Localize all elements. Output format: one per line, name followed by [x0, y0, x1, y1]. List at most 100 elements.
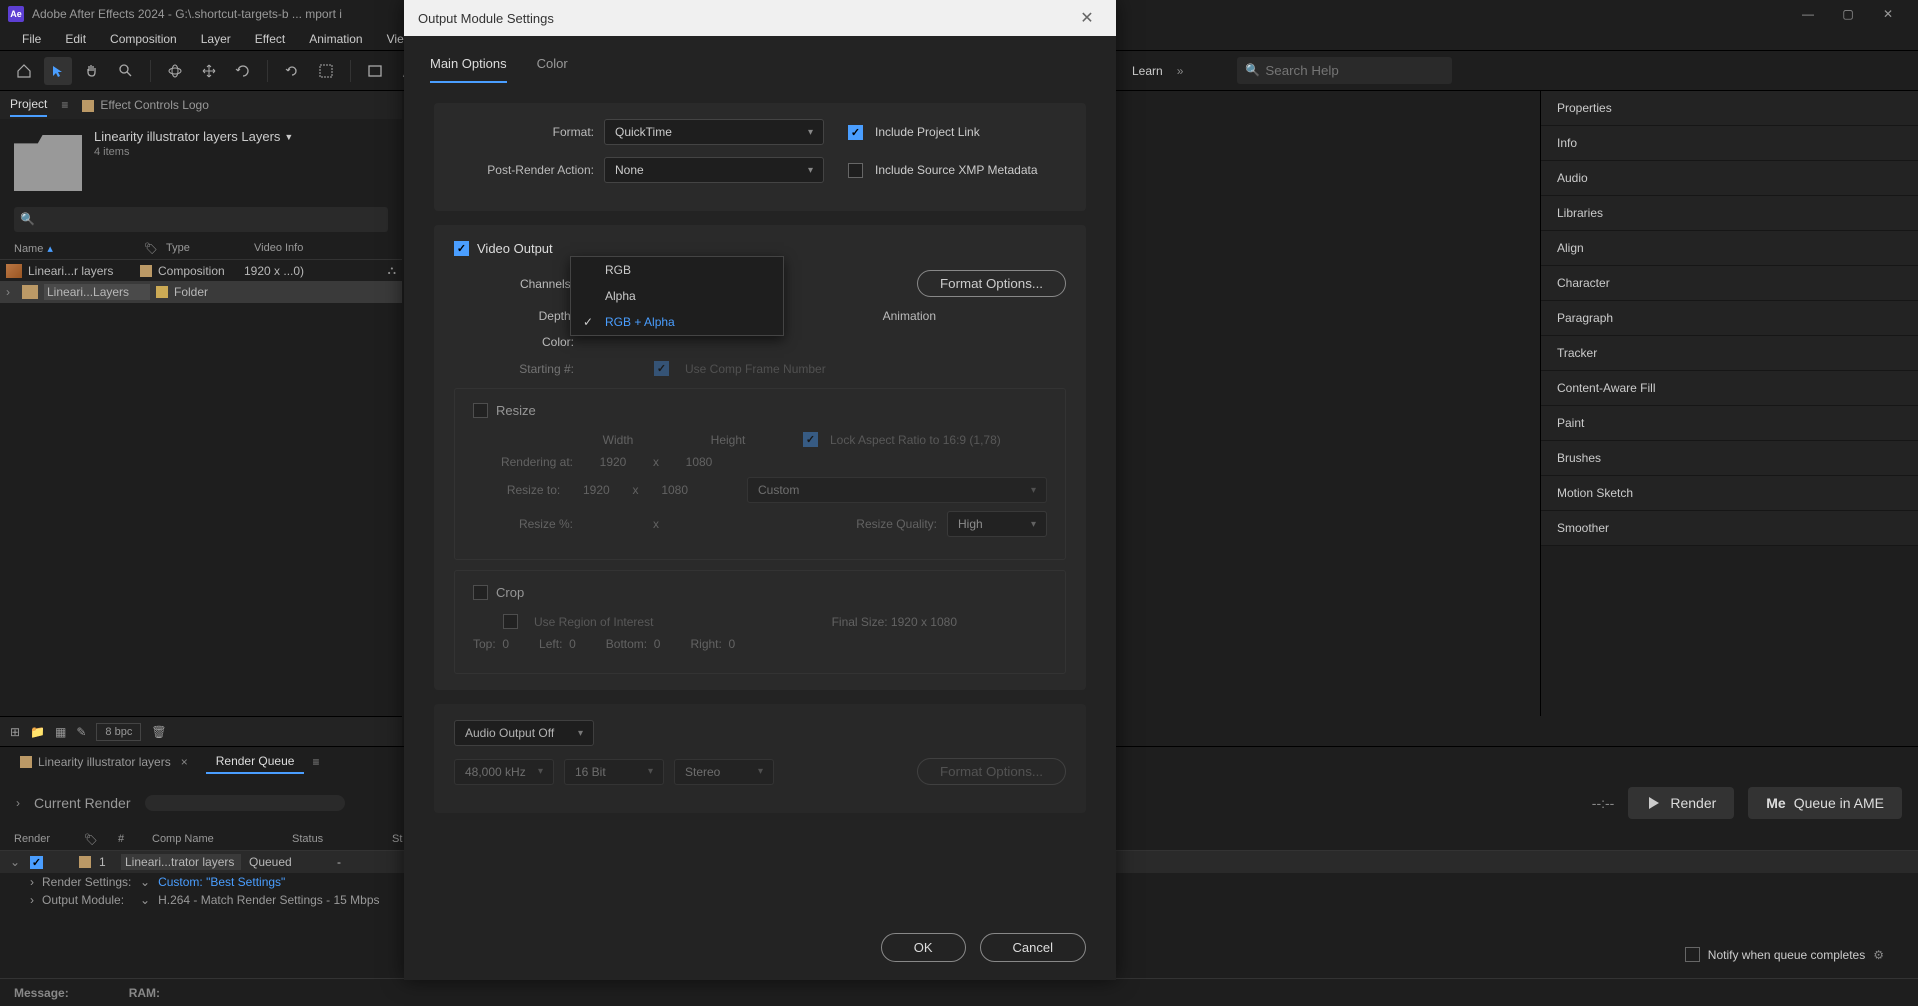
- minimize-button[interactable]: ―: [1798, 4, 1818, 24]
- effect-controls-tab[interactable]: Effect Controls Logo: [82, 94, 209, 116]
- sort-indicator-icon[interactable]: ▴: [47, 243, 53, 255]
- flowchart-icon[interactable]: ⛬: [388, 263, 396, 278]
- notify-label: Notify when queue completes: [1708, 948, 1865, 962]
- hand-tool-icon[interactable]: [78, 57, 106, 85]
- chevron-down-icon: ▾: [808, 127, 813, 138]
- panel-motion-sketch[interactable]: Motion Sketch: [1541, 476, 1918, 511]
- maximize-button[interactable]: ▢: [1838, 4, 1858, 24]
- expand-panels-icon[interactable]: »: [1177, 64, 1184, 78]
- depth-label: Depth:: [454, 309, 574, 323]
- expand-icon[interactable]: ›: [30, 875, 34, 889]
- learn-tab[interactable]: Learn: [1132, 64, 1163, 78]
- project-item-row[interactable]: › Lineari...Layers Folder: [0, 281, 402, 303]
- video-output-checkbox[interactable]: [454, 241, 469, 256]
- menu-file[interactable]: File: [10, 28, 53, 50]
- label-swatch[interactable]: [140, 265, 152, 277]
- include-project-link-checkbox[interactable]: [848, 125, 863, 140]
- panel-align[interactable]: Align: [1541, 231, 1918, 266]
- include-xmp-label: Include Source XMP Metadata: [875, 163, 1038, 177]
- project-search-input[interactable]: [14, 207, 388, 232]
- render-button[interactable]: Render: [1628, 787, 1734, 819]
- cancel-button[interactable]: Cancel: [980, 933, 1086, 962]
- tab-color[interactable]: Color: [537, 56, 568, 83]
- notify-settings-icon[interactable]: ⚙: [1873, 948, 1884, 962]
- panel-audio[interactable]: Audio: [1541, 161, 1918, 196]
- search-help-input[interactable]: [1237, 57, 1452, 84]
- audio-bit-dropdown: 16 Bit▾: [564, 759, 664, 785]
- label-swatch[interactable]: [156, 286, 168, 298]
- render-checkbox[interactable]: [30, 856, 43, 869]
- use-comp-frame-checkbox[interactable]: [654, 361, 669, 376]
- project-item-row[interactable]: Lineari...r layers Composition 1920 x ..…: [0, 260, 402, 281]
- timeline-comp-tab[interactable]: Linearity illustrator layers ×: [10, 751, 198, 773]
- panel-tracker[interactable]: Tracker: [1541, 336, 1918, 371]
- output-module-link[interactable]: H.264 - Match Render Settings - 15 Mbps: [158, 893, 379, 907]
- menu-composition[interactable]: Composition: [98, 28, 189, 50]
- mask-tool-icon[interactable]: [312, 57, 340, 85]
- panel-properties[interactable]: Properties: [1541, 91, 1918, 126]
- new-comp-icon[interactable]: ▦: [55, 725, 66, 739]
- panel-smoother[interactable]: Smoother: [1541, 511, 1918, 546]
- include-xmp-checkbox[interactable]: [848, 163, 863, 178]
- panel-brushes[interactable]: Brushes: [1541, 441, 1918, 476]
- channels-option-rgb[interactable]: RGB: [571, 257, 783, 283]
- panel-paint[interactable]: Paint: [1541, 406, 1918, 441]
- expand-icon[interactable]: ⌄: [10, 855, 22, 869]
- format-options-button[interactable]: Format Options...: [917, 270, 1066, 297]
- resize-checkbox[interactable]: [473, 403, 488, 418]
- panel-character[interactable]: Character: [1541, 266, 1918, 301]
- panel-libraries[interactable]: Libraries: [1541, 196, 1918, 231]
- home-tool-icon[interactable]: [10, 57, 38, 85]
- menu-effect[interactable]: Effect: [243, 28, 297, 50]
- color-label: Color:: [454, 335, 574, 349]
- selection-tool-icon[interactable]: [44, 57, 72, 85]
- zoom-tool-icon[interactable]: [112, 57, 140, 85]
- panel-menu-icon[interactable]: ≡: [312, 755, 319, 769]
- panel-paragraph[interactable]: Paragraph: [1541, 301, 1918, 336]
- pan-behind-tool-icon[interactable]: [195, 57, 223, 85]
- expand-icon[interactable]: ›: [16, 796, 20, 810]
- expand-icon[interactable]: ›: [30, 893, 34, 907]
- post-render-dropdown[interactable]: None▾: [604, 157, 824, 183]
- new-folder-icon[interactable]: 📁: [30, 725, 45, 739]
- project-tab[interactable]: Project: [10, 93, 47, 117]
- render-icon: [1646, 795, 1662, 811]
- render-settings-link[interactable]: Custom: "Best Settings": [158, 875, 285, 889]
- rectangle-tool-icon[interactable]: [361, 57, 389, 85]
- channels-option-alpha[interactable]: Alpha: [571, 283, 783, 309]
- queue-in-ame-button[interactable]: Me Queue in AME: [1748, 787, 1902, 819]
- panel-menu-icon[interactable]: ≡: [61, 98, 68, 112]
- folder-icon: [22, 285, 38, 299]
- menu-animation[interactable]: Animation: [297, 28, 374, 50]
- crop-checkbox[interactable]: [473, 585, 488, 600]
- label-swatch[interactable]: [79, 856, 91, 868]
- resize-height-input[interactable]: 1080: [649, 483, 701, 497]
- close-tab-icon[interactable]: ×: [181, 755, 188, 769]
- interpret-footage-icon[interactable]: ⊞: [10, 725, 20, 739]
- panel-content-aware-fill[interactable]: Content-Aware Fill: [1541, 371, 1918, 406]
- bpc-indicator[interactable]: 8 bpc: [96, 723, 141, 741]
- notify-checkbox[interactable]: [1685, 947, 1700, 962]
- dropdown-chevron-icon[interactable]: ⌄: [140, 893, 150, 907]
- undo-icon[interactable]: [278, 57, 306, 85]
- trash-icon[interactable]: 🗑: [151, 725, 166, 739]
- ok-button[interactable]: OK: [881, 933, 966, 962]
- dialog-close-button[interactable]: ✕: [1072, 3, 1102, 33]
- orbit-tool-icon[interactable]: [161, 57, 189, 85]
- audio-output-dropdown[interactable]: Audio Output Off▾: [454, 720, 594, 746]
- dropdown-chevron-icon[interactable]: ⌄: [140, 875, 150, 889]
- render-queue-tab[interactable]: Render Queue: [206, 750, 305, 774]
- video-output-label: Video Output: [477, 241, 553, 256]
- close-window-button[interactable]: ✕: [1878, 4, 1898, 24]
- label-column-icon[interactable]: 🏷: [144, 242, 166, 255]
- format-dropdown[interactable]: QuickTime▾: [604, 119, 824, 145]
- adjustment-icon[interactable]: ✎: [76, 725, 86, 739]
- panel-info[interactable]: Info: [1541, 126, 1918, 161]
- resize-width-input[interactable]: 1920: [570, 483, 622, 497]
- rotation-tool-icon[interactable]: [229, 57, 257, 85]
- expand-chevron-icon[interactable]: ›: [6, 285, 16, 299]
- menu-layer[interactable]: Layer: [189, 28, 243, 50]
- tab-main-options[interactable]: Main Options: [430, 56, 507, 83]
- menu-edit[interactable]: Edit: [53, 28, 98, 50]
- channels-option-rgb-alpha[interactable]: RGB + Alpha: [571, 309, 783, 335]
